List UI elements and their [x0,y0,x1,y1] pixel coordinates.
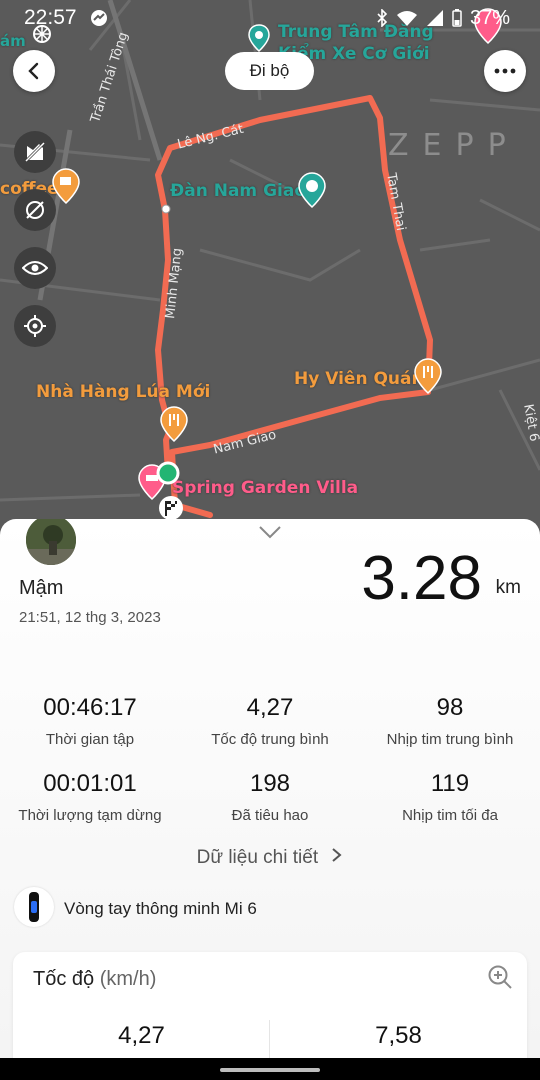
more-dots-icon [494,68,516,74]
battery-percent: 37% [469,6,510,29]
more-options-button[interactable] [484,50,526,92]
coffee-pin-icon [52,168,80,204]
stat-value: 98 [436,694,464,721]
route-map[interactable]: Trung Tâm Đăng Kiểm Xe Cơ Giới Trần Thái… [0,0,540,560]
map-label-nha-hang: Nhà Hàng Lúa Mới [36,382,211,402]
detail-data-link[interactable]: Dữ liệu chi tiết [0,847,540,869]
speed-card-title: Tốc độ (km/h) [33,968,156,991]
stat-avg-heart-rate: 98 Nhịp tim trung bình [360,694,540,748]
chevron-down-icon[interactable] [258,525,282,539]
user-name: Mậm [19,577,64,599]
map-label-hy-vien-quan: Hy Viên Quán [294,369,424,389]
messenger-icon [90,10,107,26]
home-gesture-handle[interactable] [220,1068,320,1072]
stat-label: Thời gian tập [45,731,135,748]
eye-icon [22,261,48,275]
bluetooth-icon [377,9,388,27]
detail-data-label: Dữ liệu chi tiết [196,847,319,868]
stat-value: 00:46:17 [43,694,137,721]
stat-value: 00:01:01 [43,770,137,797]
stat-label: Nhịp tim trung bình [386,731,514,748]
wifi-icon [396,11,417,26]
stat-pause-duration: 00:01:01 Thời lượng tạm dừng [0,770,180,824]
status-bar: 22:57 37% [24,4,510,32]
device-name: Vòng tay thông minh Mi 6 [64,899,257,918]
stat-avg-speed: 4,27 Tốc độ trung bình [180,694,360,748]
speed-card-unit: (km/h) [99,968,157,990]
stat-max-heart-rate: 119 Nhịp tim tối đa [360,770,540,824]
start-marker-icon [156,461,180,485]
workout-summary-sheet: Mậm 21:51, 12 thg 3, 2023 3.28 km 00:46:… [0,519,540,1060]
stat-label: Thời lượng tạm dừng [18,807,162,824]
zepp-watermark: ZEPP [388,128,520,163]
toggle-visibility-button[interactable] [14,247,56,289]
status-time: 22:57 [24,6,77,29]
back-button[interactable] [13,50,55,92]
finish-flag-icon [159,496,183,520]
stat-workout-time: 00:46:17 Thời gian tập [0,694,180,748]
stat-value: 4,27 [246,694,294,721]
distance-value: 3.28 [361,544,482,613]
zoom-in-icon[interactable] [487,964,513,990]
workout-datetime: 21:51, 12 thg 3, 2023 [19,609,161,626]
activity-type-pill[interactable]: Đi bộ [225,52,314,90]
restaurant-pin-icon [160,406,188,442]
battery-icon [452,9,462,27]
stat-value: 119 [430,770,470,797]
park-pin-icon [298,172,326,208]
recenter-button[interactable] [14,305,56,347]
chevron-left-icon [28,62,39,80]
toggle-km-markers-button[interactable] [14,131,56,173]
stat-label: Đã tiêu hao [231,807,309,824]
device-badge [14,887,54,927]
avatar-photo [26,519,76,565]
speed-card: Tốc độ (km/h) 4,27 7,58 [13,952,527,1060]
restaurant-pin-icon [414,358,442,394]
smart-band-icon [29,892,39,922]
map-label-dan-nam-giao: Đàn Nam Giao [170,181,306,201]
map-label-am: ám [0,32,26,50]
avatar[interactable] [24,519,78,567]
locate-icon [24,315,46,337]
toggle-pace-button[interactable] [14,189,56,231]
chevron-right-icon [332,848,342,862]
speed-avg-value: 4,27 [118,1022,165,1049]
signal-icon [426,10,443,26]
km-markers-off-icon [24,141,46,163]
pace-off-icon [26,201,44,219]
stat-value: 198 [249,770,291,797]
map-label-spring-garden: Spring Garden Villa [172,478,359,498]
stat-calories: 198 Đã tiêu hao [180,770,360,824]
speed-max-value: 7,58 [375,1022,422,1049]
stat-label: Tốc độ trung bình [211,731,329,748]
distance-unit: km [495,577,521,598]
speed-card-title-text: Tốc độ [33,968,95,990]
stat-label: Nhịp tim tối đa [402,807,498,824]
